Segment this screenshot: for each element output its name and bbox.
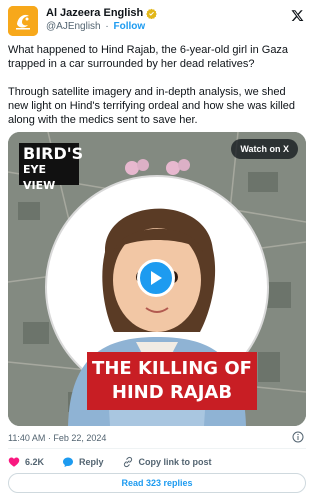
- like-count: 6.2K: [25, 457, 45, 467]
- reply-bubble-icon: [63, 457, 74, 467]
- avatar[interactable]: [8, 6, 38, 36]
- title-banner: THE KILLING OF HIND RAJAB: [87, 352, 257, 410]
- tweet-text: What happened to Hind Rajab, the 6-year-…: [8, 43, 308, 141]
- tweet-paragraph-1: What happened to Hind Rajab, the 6-year-…: [8, 44, 289, 70]
- play-button[interactable]: [137, 259, 175, 297]
- author-handle[interactable]: @AJEnglish: [46, 21, 101, 32]
- banner-line-1: THE KILLING OF: [92, 358, 252, 379]
- follow-button[interactable]: Follow: [114, 21, 146, 32]
- divider: [8, 448, 306, 449]
- copy-link-button[interactable]: Copy link to post: [122, 456, 212, 468]
- copy-link-label: Copy link to post: [138, 457, 212, 467]
- link-icon: [123, 456, 132, 468]
- badge-line-2: EYE VIEW: [23, 163, 56, 192]
- video-thumbnail[interactable]: BIRD'S EYE VIEW Watch on X THE KILLING O…: [8, 132, 306, 426]
- read-replies-button[interactable]: Read 323 replies: [8, 473, 306, 493]
- banner-line-2: HIND RAJAB: [111, 382, 233, 403]
- info-icon[interactable]: [292, 431, 304, 443]
- tweet-paragraph-2: Through satellite imagery and in-depth a…: [8, 86, 296, 126]
- x-logo-icon[interactable]: [291, 9, 304, 22]
- like-button[interactable]: 6.2K: [8, 456, 44, 468]
- al-jazeera-logo-icon: [8, 6, 38, 36]
- badge-line-1: BIRD'S: [23, 144, 84, 163]
- play-icon: [151, 271, 162, 285]
- action-bar: 6.2K Reply Copy link to post: [8, 454, 230, 470]
- timestamp[interactable]: 11:40 AM · Feb 22, 2024: [8, 432, 106, 444]
- heart-icon: [8, 457, 20, 467]
- tweet-header: Al Jazeera English @AJEnglish · Follow: [8, 6, 306, 36]
- tweet-card: Al Jazeera English @AJEnglish · Follow W…: [0, 0, 314, 500]
- reply-button[interactable]: Reply: [62, 456, 104, 468]
- verified-badge-icon: [146, 8, 158, 19]
- reply-label: Reply: [79, 457, 104, 467]
- birds-eye-view-badge: BIRD'S EYE VIEW: [19, 143, 84, 192]
- watch-on-x-button[interactable]: Watch on X: [231, 139, 298, 159]
- separator-dot: ·: [105, 21, 109, 32]
- author-name[interactable]: Al Jazeera English: [46, 7, 143, 20]
